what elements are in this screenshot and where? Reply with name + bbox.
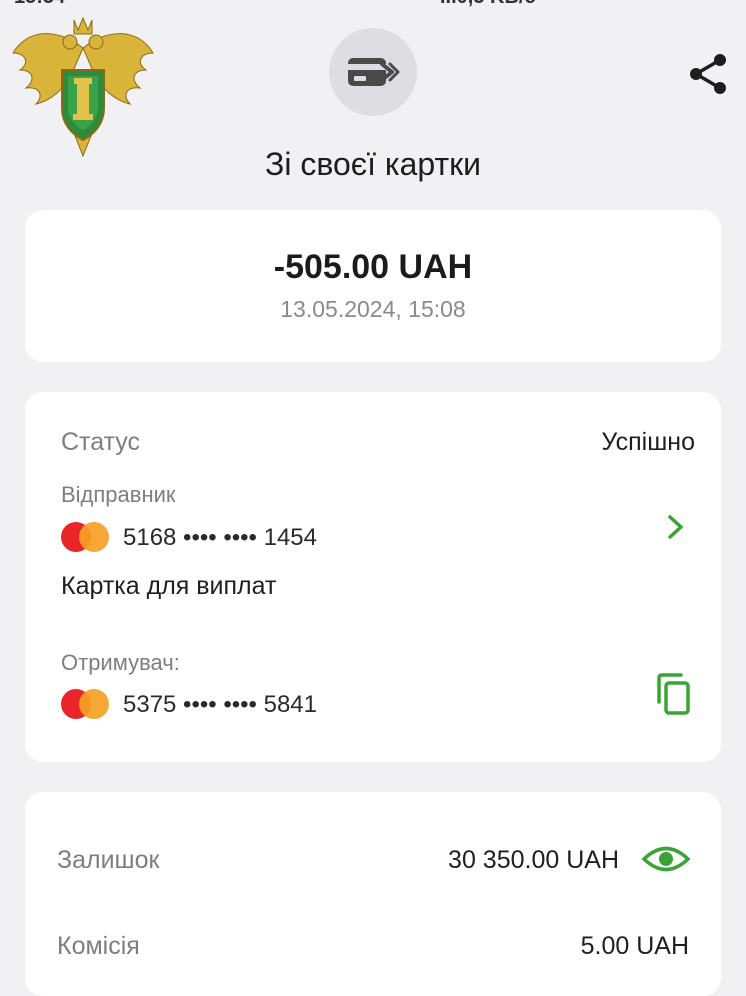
card-transfer-icon-wrap bbox=[329, 28, 417, 116]
copy-icon[interactable] bbox=[653, 672, 693, 716]
emblem-icon bbox=[12, 16, 154, 158]
status-network-speed: ...0,3 KB/c bbox=[440, 0, 536, 9]
transaction-datetime: 13.05.2024, 15:08 bbox=[280, 296, 466, 322]
status-value: Успішно bbox=[601, 428, 695, 456]
details-card: Статус Успішно Відправник 5168 •••• ••••… bbox=[25, 392, 721, 762]
status-label: Статус bbox=[61, 428, 141, 456]
sender-label: Відправник bbox=[61, 482, 176, 507]
amount-card: -505.00 UAH 13.05.2024, 15:08 bbox=[25, 210, 721, 362]
card-transfer-icon bbox=[348, 58, 400, 86]
share-icon[interactable] bbox=[686, 52, 730, 96]
fee-label: Комісія bbox=[57, 932, 140, 960]
transaction-amount: -505.00 UAH bbox=[273, 248, 473, 286]
fee-value: 5.00 UAH bbox=[580, 932, 689, 960]
sender-card-name: Картка для виплат bbox=[61, 572, 277, 600]
page-title: Зі своєї картки bbox=[265, 146, 481, 182]
chevron-right-icon[interactable] bbox=[665, 514, 687, 540]
eye-icon[interactable] bbox=[641, 842, 691, 876]
recipient-label: Отримувач: bbox=[61, 650, 180, 675]
summary-card: Залишок 30 350.00 UAH Комісія 5.00 UAH bbox=[25, 792, 721, 996]
sender-card-number: 5168 •••• •••• 1454 bbox=[123, 524, 318, 551]
balance-value: 30 350.00 UAH bbox=[448, 846, 619, 874]
recipient-card-number: 5375 •••• •••• 5841 bbox=[123, 691, 318, 718]
mastercard-icon bbox=[61, 522, 109, 552]
mastercard-icon bbox=[61, 689, 109, 719]
balance-label: Залишок bbox=[57, 846, 160, 874]
